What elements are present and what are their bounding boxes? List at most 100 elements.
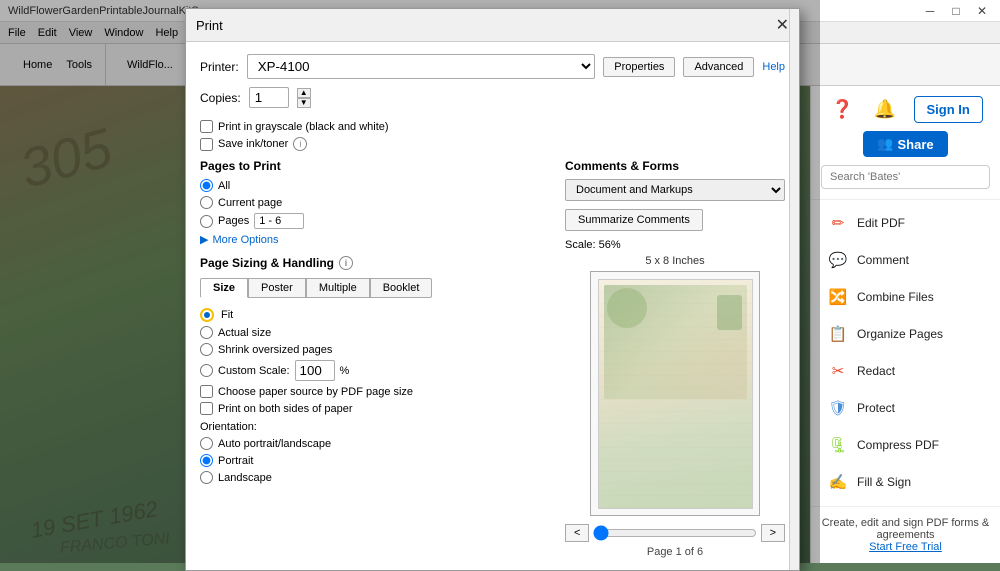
save-ink-info-icon[interactable]: i — [293, 137, 307, 151]
combine-files-icon: 🔀 — [827, 286, 849, 308]
help-link[interactable]: Help — [762, 61, 785, 73]
choose-paper-label: Choose paper source by PDF page size — [218, 386, 413, 398]
tab-poster-button[interactable]: Poster — [248, 278, 306, 298]
save-ink-label: Save ink/toner — [218, 138, 288, 150]
dialog-title-bar: Print ✕ — [186, 9, 799, 42]
pages-range-input[interactable] — [254, 213, 304, 229]
comments-forms-header: Comments & Forms — [565, 159, 785, 173]
redact-icon: ✂ — [827, 360, 849, 382]
window-close-button[interactable]: ✕ — [972, 1, 992, 21]
print-preview-inner — [598, 279, 753, 509]
tool-edit-pdf[interactable]: ✏ Edit PDF — [815, 205, 996, 241]
summarize-comments-button[interactable]: Summarize Comments — [565, 209, 703, 231]
page-slider[interactable] — [593, 525, 756, 541]
custom-scale-label: Custom Scale: — [218, 365, 290, 377]
fill-sign-icon: ✍ — [827, 471, 849, 493]
print-preview-box — [590, 271, 760, 516]
next-page-button[interactable]: > — [761, 524, 785, 542]
sidebar-top: ❓ 🔔 Sign In 👥 Share — [811, 86, 1000, 200]
notifications-icon-button[interactable]: 🔔 — [871, 96, 899, 123]
copies-up-button[interactable]: ▲ — [297, 88, 311, 98]
edit-pdf-label: Edit PDF — [857, 216, 905, 230]
custom-scale-radio[interactable] — [200, 364, 213, 377]
tab-multiple-button[interactable]: Multiple — [306, 278, 370, 298]
dialog-close-button[interactable]: ✕ — [776, 15, 789, 35]
tab-size-button[interactable]: Size — [200, 278, 248, 298]
custom-scale-input[interactable] — [295, 360, 335, 381]
tool-combine-files[interactable]: 🔀 Combine Files — [815, 279, 996, 315]
custom-scale-pct: % — [340, 365, 350, 377]
copies-down-button[interactable]: ▼ — [297, 98, 311, 108]
protect-icon: 🛡 — [827, 397, 849, 419]
tool-redact[interactable]: ✂ Redact — [815, 353, 996, 389]
preview-size-label: 5 x 8 Inches — [565, 255, 785, 267]
organize-pages-label: Organize Pages — [857, 327, 943, 341]
comments-select[interactable]: Document and Markups — [565, 179, 785, 201]
pages-range-row: Pages — [200, 213, 549, 229]
tool-comment[interactable]: 💬 Comment — [815, 242, 996, 278]
copies-input[interactable] — [249, 87, 289, 108]
actual-size-row: Actual size — [200, 326, 549, 339]
scale-info: Scale: 56% — [565, 239, 785, 251]
dialog-scrollbar[interactable] — [789, 9, 799, 570]
minimize-button[interactable]: ─ — [920, 1, 940, 21]
sizing-info-icon[interactable]: i — [339, 256, 353, 270]
all-pages-radio[interactable] — [200, 179, 213, 192]
help-icon-button[interactable]: ❓ — [828, 96, 856, 123]
pages-range-radio[interactable] — [200, 215, 213, 228]
tool-compress-pdf[interactable]: 🗜 Compress PDF — [815, 427, 996, 463]
sidebar-footer: Create, edit and sign PDF forms & agreem… — [811, 506, 1000, 563]
dialog-right-column: Comments & Forms Document and Markups Su… — [565, 159, 785, 558]
portrait-label: Portrait — [218, 455, 253, 467]
tool-fill-sign[interactable]: ✍ Fill & Sign — [815, 464, 996, 500]
actual-size-radio[interactable] — [200, 326, 213, 339]
more-options-row[interactable]: ▶ More Options — [200, 233, 549, 246]
sizing-header: Page Sizing & Handling i — [200, 256, 549, 270]
sign-in-button[interactable]: Sign In — [914, 96, 983, 123]
grayscale-label: Print in grayscale (black and white) — [218, 121, 389, 133]
more-options-arrow: ▶ — [200, 233, 208, 246]
redact-label: Redact — [857, 364, 895, 378]
print-both-sides-row: Print on both sides of paper — [200, 402, 549, 415]
grayscale-row: Print in grayscale (black and white) — [200, 120, 785, 133]
sidebar-icon-row: ❓ 🔔 Sign In — [821, 96, 990, 123]
properties-button[interactable]: Properties — [603, 57, 675, 77]
custom-scale-row: Custom Scale: % — [200, 360, 549, 381]
dialog-columns: Pages to Print All Current page Pages — [200, 159, 785, 558]
tab-booklet-button[interactable]: Booklet — [370, 278, 433, 298]
orientation-section: Orientation: Auto portrait/landscape Por… — [200, 421, 549, 484]
printer-select[interactable]: XP-4100 — [247, 54, 596, 79]
tool-protect[interactable]: 🛡 Protect — [815, 390, 996, 426]
shrink-oversized-radio[interactable] — [200, 343, 213, 356]
save-ink-checkbox[interactable] — [200, 138, 213, 151]
tool-organize-pages[interactable]: 📋 Organize Pages — [815, 316, 996, 352]
actual-size-label: Actual size — [218, 327, 271, 339]
pages-range-label: Pages — [218, 215, 249, 227]
copies-row: Copies: ▲ ▼ — [200, 87, 785, 108]
share-label: Share — [898, 137, 934, 152]
save-ink-row: Save ink/toner i — [200, 137, 785, 151]
landscape-radio[interactable] — [200, 471, 213, 484]
share-button[interactable]: 👥 Share — [863, 131, 947, 157]
prev-page-button[interactable]: < — [565, 524, 589, 542]
copies-spinner: ▲ ▼ — [297, 88, 311, 108]
choose-paper-checkbox[interactable] — [200, 385, 213, 398]
auto-portrait-label: Auto portrait/landscape — [218, 438, 331, 450]
auto-portrait-radio[interactable] — [200, 437, 213, 450]
grayscale-checkbox[interactable] — [200, 120, 213, 133]
comment-icon: 💬 — [827, 249, 849, 271]
start-free-trial-button[interactable]: Start Free Trial — [869, 541, 942, 553]
search-input[interactable] — [821, 165, 990, 189]
footer-text: Create, edit and sign PDF forms & agreem… — [821, 517, 990, 541]
scale-value: 56% — [599, 239, 621, 251]
portrait-radio[interactable] — [200, 454, 213, 467]
edit-pdf-icon: ✏ — [827, 212, 849, 234]
maximize-button[interactable]: □ — [946, 1, 966, 21]
combine-files-label: Combine Files — [857, 290, 934, 304]
current-page-radio[interactable] — [200, 196, 213, 209]
protect-label: Protect — [857, 401, 895, 415]
advanced-button[interactable]: Advanced — [683, 57, 754, 77]
print-both-sides-checkbox[interactable] — [200, 402, 213, 415]
dialog-left-column: Pages to Print All Current page Pages — [200, 159, 549, 558]
current-page-label: Current page — [218, 197, 282, 209]
